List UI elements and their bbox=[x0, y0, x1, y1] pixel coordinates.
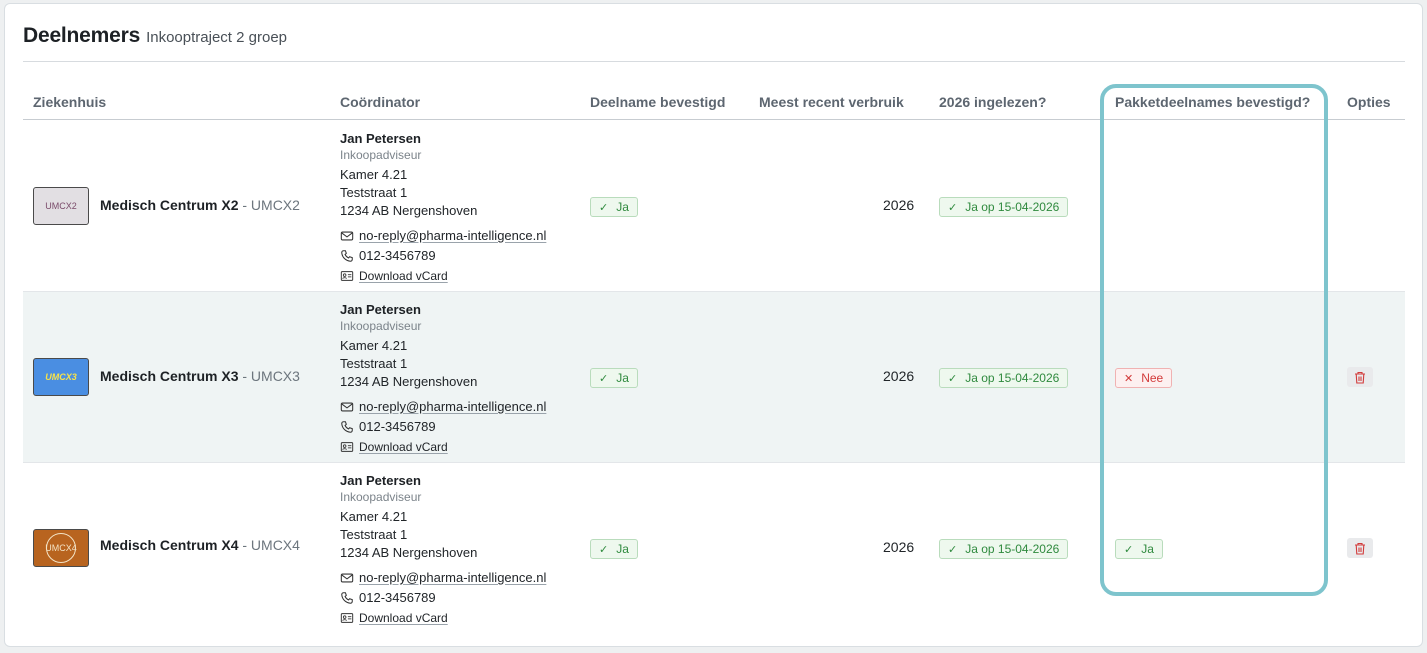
column-coordinator[interactable]: Coördinator bbox=[340, 94, 420, 110]
id-card-icon bbox=[340, 613, 354, 623]
hospital-cell: Medisch Centrum X4 - UMCX4 bbox=[100, 537, 300, 553]
package-badge: ✓ Ja bbox=[1115, 539, 1163, 559]
coordinator-room: Kamer 4.21 bbox=[340, 338, 408, 353]
page-subtitle: Inkooptraject 2 groep bbox=[146, 29, 288, 46]
coordinator-street: Teststraat 1 bbox=[340, 356, 408, 371]
envelope-icon bbox=[340, 402, 354, 412]
coordinator-city: 1234 AB Nergenshoven bbox=[340, 545, 478, 560]
trash-icon bbox=[1355, 542, 1365, 555]
phone-icon bbox=[341, 421, 353, 433]
badge-label: Ja bbox=[616, 371, 629, 385]
column-usage[interactable]: Meest recent verbruik bbox=[759, 94, 904, 110]
check-icon: ✓ bbox=[599, 543, 609, 556]
coordinator-name: Jan Petersen bbox=[340, 131, 421, 146]
coordinator-street: Teststraat 1 bbox=[340, 185, 408, 200]
id-card-icon bbox=[340, 442, 354, 452]
imported-badge: ✓ Ja op 15-04-2026 bbox=[939, 368, 1069, 388]
coordinator-phone: 012-3456789 bbox=[359, 419, 436, 434]
envelope-icon bbox=[340, 231, 354, 241]
coordinator-role: Inkoopadviseur bbox=[340, 490, 422, 504]
confirmed-badge: ✓ Ja bbox=[590, 368, 638, 388]
confirmed-badge: ✓ Ja bbox=[590, 197, 638, 217]
coordinator-room: Kamer 4.21 bbox=[340, 167, 408, 182]
hospital-cell: Medisch Centrum X3 - UMCX3 bbox=[100, 368, 300, 384]
coordinator-role: Inkoopadviseur bbox=[340, 319, 422, 333]
coordinator-name: Jan Petersen bbox=[340, 473, 421, 488]
coordinator-phone: 012-3456789 bbox=[359, 590, 436, 605]
coordinator-role: Inkoopadviseur bbox=[340, 148, 422, 162]
coordinator-cell: Jan Petersen Inkoopadviseur Kamer 4.21 T… bbox=[340, 473, 580, 628]
phone-icon bbox=[341, 592, 353, 604]
envelope-icon bbox=[340, 573, 354, 583]
coordinator-name: Jan Petersen bbox=[340, 302, 421, 317]
column-imported[interactable]: 2026 ingelezen? bbox=[939, 94, 1046, 110]
check-icon: ✓ bbox=[1124, 543, 1134, 556]
hospital-code: - UMCX3 bbox=[242, 368, 300, 384]
hospital-code: - UMCX4 bbox=[242, 537, 300, 553]
imported-badge: ✓ Ja op 15-04-2026 bbox=[939, 539, 1069, 559]
coordinator-city: 1234 AB Nergenshoven bbox=[340, 203, 478, 218]
badge-label: Ja op 15-04-2026 bbox=[965, 371, 1060, 385]
hospital-logo: UMCX2 bbox=[33, 187, 89, 225]
coordinator-email-link[interactable]: no-reply@pharma-intelligence.nl bbox=[359, 397, 546, 417]
coordinator-room: Kamer 4.21 bbox=[340, 509, 408, 524]
hospital-name: Medisch Centrum X2 bbox=[100, 197, 239, 213]
table-row: UMCX2 Medisch Centrum X2 - UMCX2 Jan Pet… bbox=[23, 121, 1405, 292]
badge-label: Ja bbox=[616, 200, 629, 214]
badge-label: Nee bbox=[1141, 371, 1164, 385]
coordinator-phone: 012-3456789 bbox=[359, 248, 436, 263]
column-options: Opties bbox=[1347, 94, 1391, 110]
hospital-cell: Medisch Centrum X2 - UMCX2 bbox=[100, 197, 300, 213]
table-row: UMCX3 Medisch Centrum X3 - UMCX3 Jan Pet… bbox=[23, 292, 1405, 463]
participants-card: Deelnemers Inkooptraject 2 groep Ziekenh… bbox=[4, 3, 1423, 647]
delete-button[interactable] bbox=[1347, 367, 1373, 387]
hospital-logo: UMCX4 bbox=[33, 529, 89, 567]
coordinator-email-link[interactable]: no-reply@pharma-intelligence.nl bbox=[359, 226, 546, 246]
usage-year: 2026 bbox=[883, 197, 915, 213]
logo-ring bbox=[46, 533, 76, 563]
badge-label: Ja op 15-04-2026 bbox=[965, 200, 1060, 214]
coordinator-cell: Jan Petersen Inkoopadviseur Kamer 4.21 T… bbox=[340, 302, 580, 457]
coordinator-cell: Jan Petersen Inkoopadviseur Kamer 4.21 T… bbox=[340, 131, 580, 286]
hospital-name: Medisch Centrum X3 bbox=[100, 368, 239, 384]
confirmed-badge: ✓ Ja bbox=[590, 539, 638, 559]
badge-label: Ja bbox=[1141, 542, 1154, 556]
check-icon: ✓ bbox=[948, 372, 958, 385]
hospital-name: Medisch Centrum X4 bbox=[100, 537, 239, 553]
delete-button[interactable] bbox=[1347, 538, 1373, 558]
usage-year: 2026 bbox=[883, 368, 915, 384]
trash-icon bbox=[1355, 371, 1365, 384]
card-header: Deelnemers Inkooptraject 2 groep bbox=[23, 24, 1405, 62]
download-vcard-link[interactable]: Download vCard bbox=[359, 608, 448, 628]
check-icon: ✓ bbox=[599, 201, 609, 214]
table-header: Ziekenhuis Coördinator Deelname bevestig… bbox=[23, 89, 1405, 120]
badge-label: Ja bbox=[616, 542, 629, 556]
logo-text: UMCX3 bbox=[45, 372, 77, 382]
coordinator-street: Teststraat 1 bbox=[340, 527, 408, 542]
x-icon: ✕ bbox=[1124, 372, 1134, 385]
download-vcard-link[interactable]: Download vCard bbox=[359, 437, 448, 457]
usage-year: 2026 bbox=[883, 539, 915, 555]
hospital-code: - UMCX2 bbox=[242, 197, 300, 213]
phone-icon bbox=[341, 250, 353, 262]
logo-text: UMCX2 bbox=[45, 201, 77, 211]
check-icon: ✓ bbox=[948, 201, 958, 214]
check-icon: ✓ bbox=[599, 372, 609, 385]
column-hospital[interactable]: Ziekenhuis bbox=[33, 94, 106, 110]
table-row: UMCX4 Medisch Centrum X4 - UMCX4 Jan Pet… bbox=[23, 463, 1405, 634]
badge-label: Ja op 15-04-2026 bbox=[965, 542, 1060, 556]
imported-badge: ✓ Ja op 15-04-2026 bbox=[939, 197, 1069, 217]
download-vcard-link[interactable]: Download vCard bbox=[359, 266, 448, 286]
hospital-logo: UMCX3 bbox=[33, 358, 89, 396]
column-confirmed[interactable]: Deelname bevestigd bbox=[590, 94, 725, 110]
coordinator-city: 1234 AB Nergenshoven bbox=[340, 374, 478, 389]
column-package[interactable]: Pakketdeelnames bevestigd? bbox=[1115, 94, 1310, 110]
package-badge: ✕ Nee bbox=[1115, 368, 1173, 388]
id-card-icon bbox=[340, 271, 354, 281]
page-title: Deelnemers bbox=[23, 24, 141, 47]
coordinator-email-link[interactable]: no-reply@pharma-intelligence.nl bbox=[359, 568, 546, 588]
check-icon: ✓ bbox=[948, 543, 958, 556]
